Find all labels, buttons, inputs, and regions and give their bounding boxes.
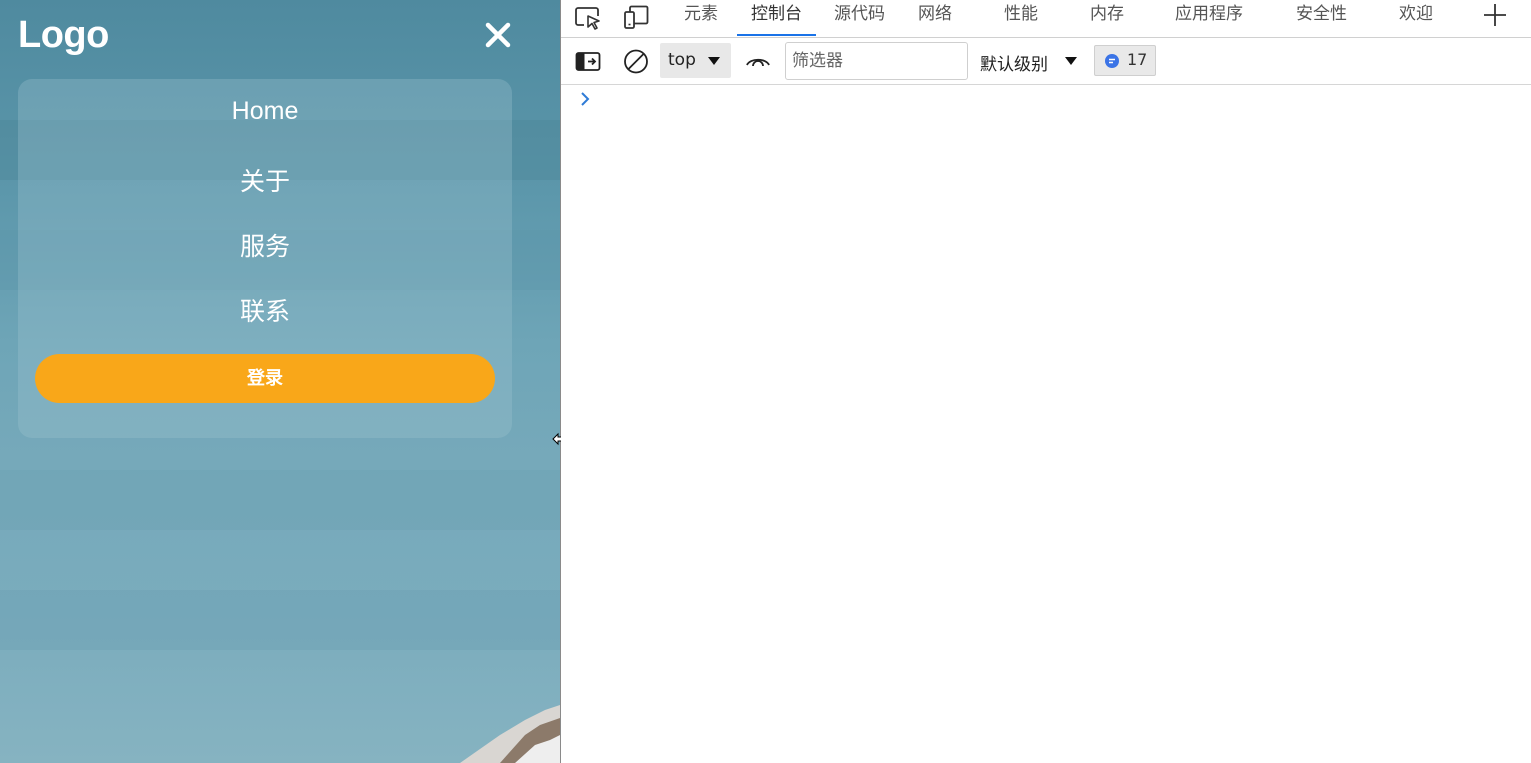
tab-elements[interactable]: 元素 [684,2,718,36]
clear-console-icon [624,49,648,74]
devtools-panel: 元素 控制台 源代码 网络 性能 内存 应用程序 安全性 欢迎 top 筛选器 … [561,0,1531,763]
website-viewport: Logo Home 关于 服务 联系 登录 [0,0,560,763]
close-icon [485,22,511,48]
console-output-area[interactable] [561,86,1531,763]
tab-application[interactable]: 应用程序 [1175,2,1243,36]
devtools-tab-bar: 元素 控制台 源代码 网络 性能 内存 应用程序 安全性 欢迎 [561,0,1531,38]
device-toolbar-icon [624,5,649,29]
toggle-console-sidebar-button[interactable] [574,48,602,76]
inspect-element-button[interactable] [574,4,602,32]
tab-network[interactable]: 网络 [918,2,952,36]
tab-sources[interactable]: 源代码 [834,2,885,36]
device-toolbar-button[interactable] [622,4,650,32]
add-tab-button[interactable] [1481,1,1509,29]
tab-console[interactable]: 控制台 [737,2,816,36]
tab-security[interactable]: 安全性 [1296,2,1347,36]
issues-message-icon [1105,54,1119,68]
console-filter-input[interactable] [785,42,968,80]
plus-icon [1484,4,1506,26]
dropdown-caret-icon [1065,57,1077,65]
clear-console-button[interactable] [622,48,650,76]
tab-performance[interactable]: 性能 [1004,2,1038,36]
nav-item-about[interactable]: 关于 [18,162,512,198]
mobile-nav-menu: Home 关于 服务 联系 登录 [18,79,512,438]
issues-counter-button[interactable]: 17 [1094,45,1156,76]
console-sidebar-icon [575,52,601,71]
tab-welcome[interactable]: 欢迎 [1399,2,1433,36]
issues-count: 17 [1127,50,1148,69]
javascript-context-select[interactable]: top [660,43,731,78]
live-expression-button[interactable] [744,48,772,76]
live-expression-icon [746,58,770,67]
close-menu-button[interactable] [482,19,514,51]
screen: Logo Home 关于 服务 联系 登录 元素 控制台 源代码 网络 性能 内… [0,0,1531,763]
mountain-peak-image [460,705,560,763]
dropdown-caret-icon [708,57,720,65]
log-level-value: 默认级别 [980,55,1048,75]
site-logo[interactable]: Logo [18,14,109,57]
background-band [0,590,560,650]
inspect-element-icon [575,7,600,30]
login-button[interactable]: 登录 [35,354,495,403]
console-prompt-chevron-icon [581,92,590,106]
nav-item-home[interactable]: Home [18,97,512,126]
context-value: top [668,50,696,70]
background-band [0,470,560,530]
console-toolbar: top 默认级别 [561,39,1531,85]
tab-memory[interactable]: 内存 [1090,2,1124,36]
nav-item-services[interactable]: 服务 [18,227,512,263]
nav-item-contact[interactable]: 联系 [18,292,512,328]
